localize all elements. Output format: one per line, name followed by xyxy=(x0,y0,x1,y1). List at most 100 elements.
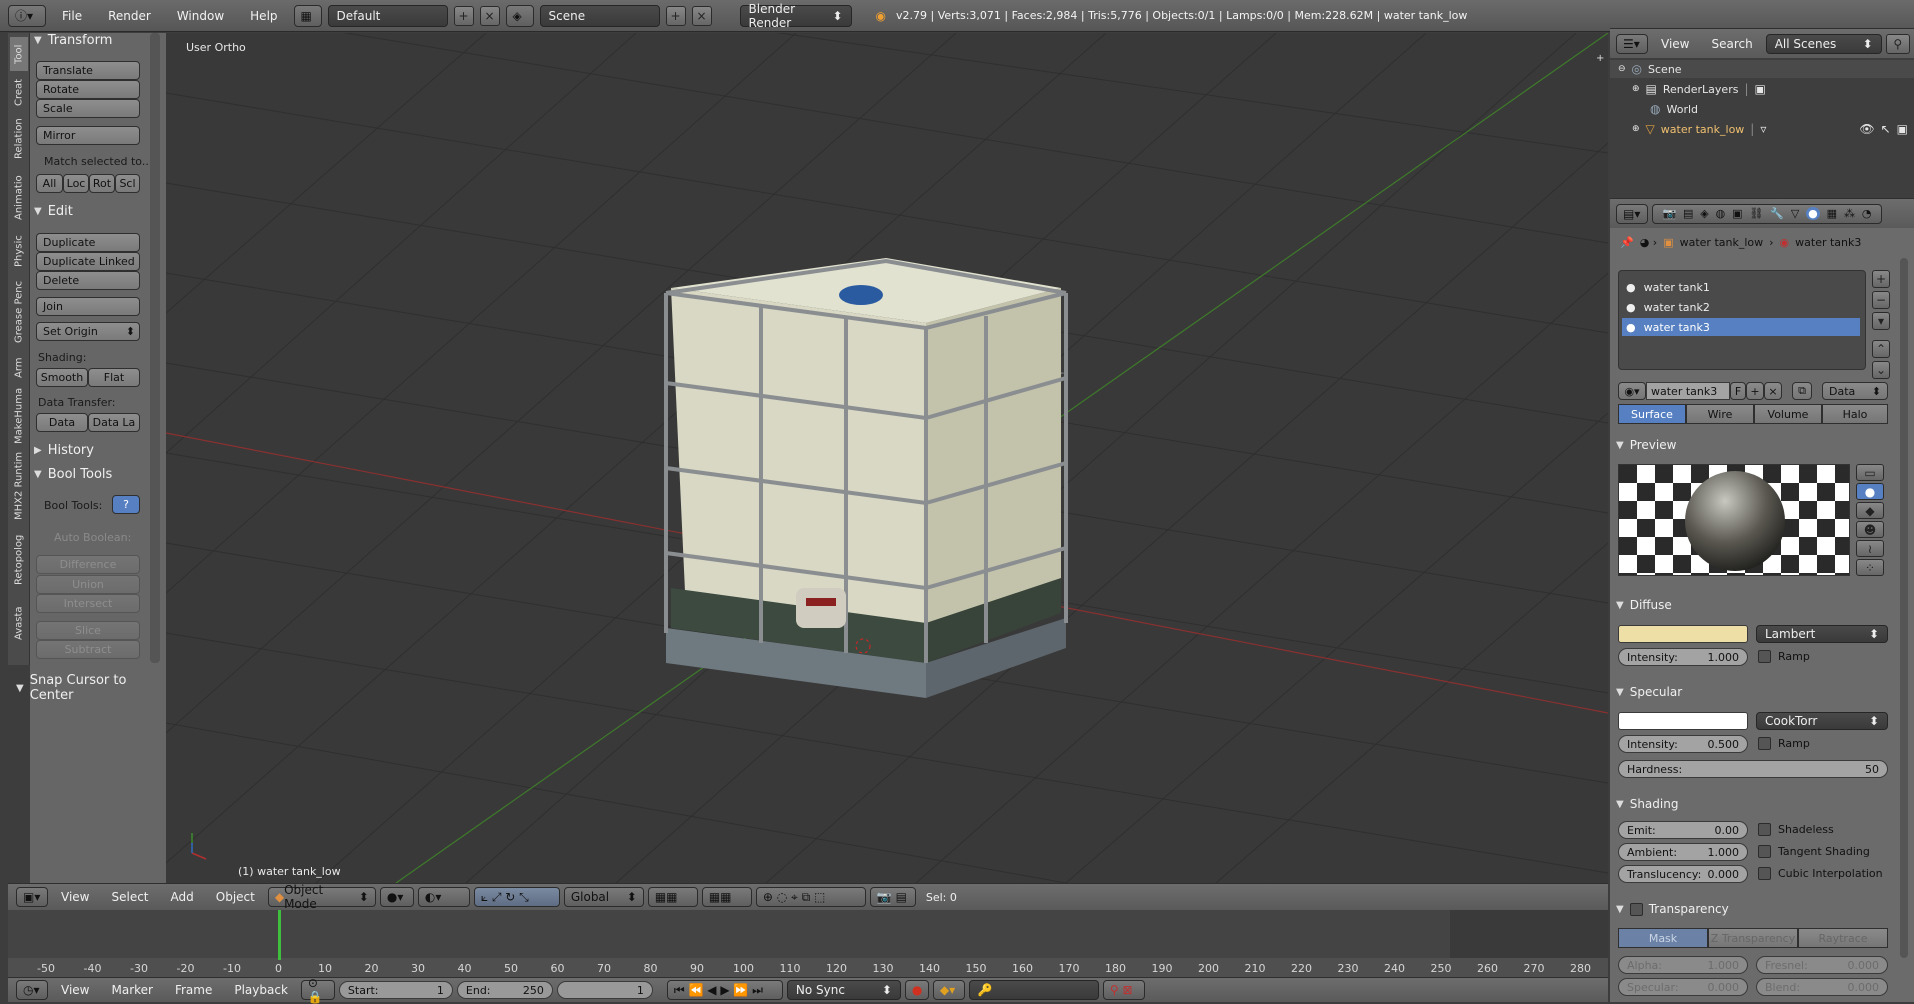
flat-button[interactable]: Flat xyxy=(88,368,140,387)
tab-retopology[interactable]: Retopolog xyxy=(10,527,28,593)
record-icon[interactable]: ● xyxy=(904,980,929,1000)
tab-halo[interactable]: Halo xyxy=(1822,404,1888,424)
outliner-filter-select[interactable]: All Scenes ⬍ xyxy=(1765,33,1882,54)
render-engine-select[interactable]: Blender Render ⬍ xyxy=(739,2,852,30)
transparency-z-button[interactable]: Z Transparency xyxy=(1708,928,1798,948)
set-origin-dropdown[interactable]: Set Origin ⬍ xyxy=(36,322,140,341)
timeline-menu-frame[interactable]: Frame xyxy=(166,983,221,997)
tab-physics[interactable]: Physic xyxy=(10,231,28,271)
panel-snap-cursor-header[interactable]: ▼ Snap Cursor to Center xyxy=(16,673,166,703)
link-select[interactable]: Data ⬍ xyxy=(1822,382,1888,400)
move-slot-up-icon[interactable]: ⌃ xyxy=(1872,340,1890,358)
material-name-field[interactable]: water tank3 xyxy=(1646,382,1730,400)
end-frame-field[interactable]: End: 250 xyxy=(456,981,553,999)
ambient-field[interactable]: Ambient: 1.000 xyxy=(1618,843,1748,861)
smooth-button[interactable]: Smooth xyxy=(36,368,88,387)
data-transfer-button[interactable]: Data xyxy=(36,413,88,432)
preview-sphere-icon[interactable]: ● xyxy=(1856,483,1884,500)
keying-set-field[interactable]: 🔑 xyxy=(968,980,1099,1000)
add-layout-icon[interactable]: + xyxy=(453,5,474,26)
panel-bool-tools-header[interactable]: ▼ Bool Tools xyxy=(34,467,112,482)
menu-window[interactable]: Window xyxy=(167,5,234,27)
tab-volume[interactable]: Volume xyxy=(1754,404,1822,424)
transparency-raytrace-button[interactable]: Raytrace xyxy=(1798,928,1888,948)
timeline-menu-playback[interactable]: Playback xyxy=(225,983,297,997)
menu-add[interactable]: Add xyxy=(162,890,203,904)
material-slot-row[interactable]: ● water tank3 xyxy=(1622,318,1860,336)
preview-flat-icon[interactable]: ▭ xyxy=(1856,464,1884,481)
sync-select[interactable]: No Sync ⬍ xyxy=(786,980,901,1000)
layers-grid-1[interactable]: ▦▦ xyxy=(647,887,698,907)
remove-slot-icon[interactable]: − xyxy=(1872,291,1890,309)
intersect-button[interactable]: Intersect xyxy=(36,594,140,613)
panel-transform-header[interactable]: ▼ Transform xyxy=(34,33,112,48)
layers-grid-2[interactable]: ▦▦ xyxy=(701,887,752,907)
layout-field[interactable]: Default xyxy=(327,4,448,27)
slot-specials-icon[interactable]: ▾ xyxy=(1872,312,1890,330)
specular-intensity-field[interactable]: Intensity: 0.500 xyxy=(1618,735,1748,753)
add-scene-icon[interactable]: + xyxy=(665,5,686,26)
outliner-editor-icon[interactable]: ☰▾ xyxy=(1616,33,1648,54)
union-button[interactable]: Union xyxy=(36,575,140,594)
outliner-menu-search[interactable]: Search xyxy=(1702,37,1761,51)
timeline-editor-icon[interactable]: ◷▾ xyxy=(16,980,48,1000)
pivot-point-icon[interactable]: ◐▾ xyxy=(417,887,470,907)
specular-ramp-checkbox[interactable] xyxy=(1758,737,1771,750)
delete-button[interactable]: Delete xyxy=(36,271,140,290)
rotate-button[interactable]: Rotate xyxy=(36,80,140,99)
diffuse-header[interactable]: ▼ Diffuse xyxy=(1616,598,1672,612)
outliner-row-renderlayers[interactable]: ⊕ ▤ RenderLayers | ▣ xyxy=(1610,80,1914,98)
tab-makehuman[interactable]: MakeHuma xyxy=(10,387,28,445)
move-slot-down-icon[interactable]: ⌄ xyxy=(1872,361,1890,379)
outliner-row-world[interactable]: ◍ World xyxy=(1610,100,1914,118)
emit-field[interactable]: Emit: 0.00 xyxy=(1618,821,1748,839)
preview-spheres-icon[interactable]: ⁘ xyxy=(1856,559,1884,576)
start-frame-field[interactable]: Start: 1 xyxy=(338,981,453,999)
alpha-field[interactable]: Alpha: 1.000 xyxy=(1618,956,1748,974)
timeline-menu-marker[interactable]: Marker xyxy=(102,983,161,997)
playhead[interactable] xyxy=(277,910,281,960)
render-icons[interactable]: 📷 ▤ xyxy=(869,887,916,907)
keying-icon[interactable]: ◆▾ xyxy=(932,980,965,1000)
tab-tool[interactable]: Tool xyxy=(10,37,28,71)
properties-toggle-icon[interactable]: + xyxy=(1596,53,1604,64)
specular-shader-select[interactable]: CookTorr ⬍ xyxy=(1756,712,1888,730)
tab-wire[interactable]: Wire xyxy=(1686,404,1754,424)
tangent-shading-checkbox[interactable] xyxy=(1758,845,1771,858)
manipulator-icons[interactable]: ⟀ ⤢ ↻ ⤡ xyxy=(473,887,560,907)
match-loc-button[interactable]: Loc xyxy=(63,174,89,193)
snap-proportional-icons[interactable]: ⊕ ◌ ⌖ ⧉ ⬚ xyxy=(755,887,866,907)
properties-scrollbar[interactable] xyxy=(1900,258,1908,958)
3d-viewport[interactable]: User Ortho (1) water tank_low + xyxy=(166,33,1608,883)
shading-header[interactable]: ▼ Shading xyxy=(1616,797,1678,811)
timeline[interactable] xyxy=(8,910,1608,977)
specular-header[interactable]: ▼ Specular xyxy=(1616,685,1682,699)
editor-type-icon[interactable]: ▣▾ xyxy=(16,887,48,907)
translucency-field[interactable]: Translucency: 0.000 xyxy=(1618,865,1748,883)
info-editor-button[interactable]: ⓘ▾ xyxy=(8,4,46,27)
preview-range-icon[interactable]: ⊙🔒 xyxy=(300,976,335,1004)
duplicate-button[interactable]: Duplicate xyxy=(36,233,140,252)
fake-user-button[interactable]: F xyxy=(1730,382,1746,400)
material-browse-icon[interactable]: ◉▾ xyxy=(1618,382,1646,400)
panel-edit-header[interactable]: ▼ Edit xyxy=(34,204,73,219)
orientation-select[interactable]: Global ⬍ xyxy=(563,887,644,907)
shadeless-checkbox[interactable] xyxy=(1758,823,1771,836)
preview-header[interactable]: ▼ Preview xyxy=(1616,438,1676,452)
current-frame-field[interactable]: 1 xyxy=(556,981,653,999)
join-button[interactable]: Join xyxy=(36,297,140,316)
match-rot-button[interactable]: Rot xyxy=(89,174,115,193)
visibility-eye-icon[interactable]: 👁 xyxy=(1859,122,1874,136)
scene-field[interactable]: Scene xyxy=(539,4,660,27)
diffuse-intensity-field[interactable]: Intensity: 1.000 xyxy=(1618,648,1748,666)
tab-surface[interactable]: Surface xyxy=(1618,404,1686,424)
diffuse-color-swatch[interactable] xyxy=(1618,625,1748,643)
cubic-interpolation-checkbox[interactable] xyxy=(1758,867,1771,880)
menu-help[interactable]: Help xyxy=(240,5,287,27)
selectable-arrow-icon[interactable]: ↖ xyxy=(1881,122,1891,136)
mode-select[interactable]: ◆ Object Mode ⬍ xyxy=(267,883,376,911)
preview-monkey-icon[interactable]: ☻ xyxy=(1856,521,1884,538)
scale-button[interactable]: Scale xyxy=(36,99,140,118)
unlink-material-icon[interactable]: × xyxy=(1764,382,1782,400)
data-layout-button[interactable]: Data La xyxy=(88,413,140,432)
